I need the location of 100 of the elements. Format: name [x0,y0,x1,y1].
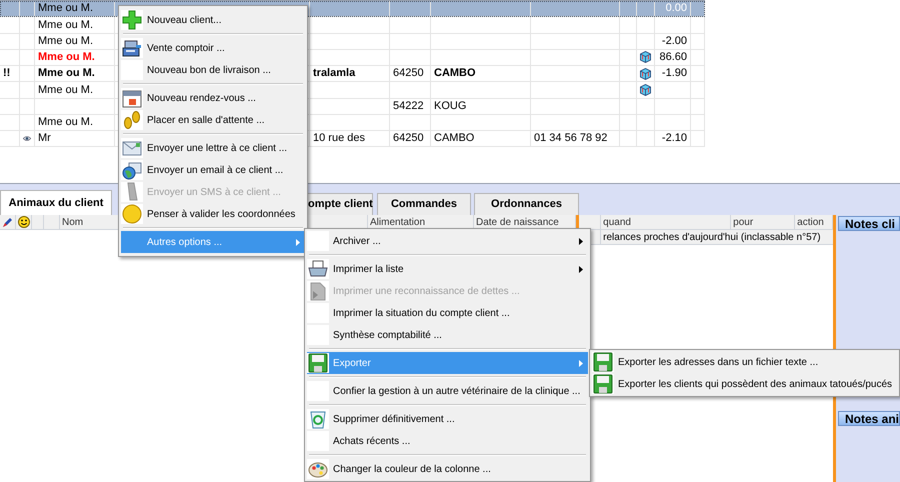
table-cell: !! [0,66,20,82]
menu-item[interactable]: Achats récents ... [307,430,588,452]
globe-envelope-icon [122,160,142,180]
table-cell [691,98,705,115]
table-cell [691,66,705,82]
tab[interactable]: Ordonnances [474,193,579,215]
table-cell [20,17,35,34]
coin-icon [122,204,142,224]
table-cell: 64250 [390,131,431,148]
pen-icon [2,216,13,228]
menu-item[interactable]: Exporter les adresses dans un fichier texte ... [592,351,897,373]
smiley-icon [18,216,30,228]
table-cell-text: relances proches d'aujourd'hui (inclassable n°57) [603,230,821,244]
panel-header: Notes cli [838,216,900,231]
table-cell: 0.00 [655,1,691,18]
recycle-bin-icon [308,409,328,429]
table-cell: KOUG [431,98,531,115]
table-cell: Mr [35,131,115,148]
menu-item[interactable]: Placer en salle d'attente ... [121,109,305,131]
table-cell [691,131,705,148]
table-cell [620,114,637,131]
table-cell [20,1,35,18]
column-header[interactable]: Date de naissance [476,214,559,230]
table-cell [0,34,20,50]
table-cell [691,114,705,131]
table-cell [390,17,431,34]
table-cell: 54222 [390,98,431,115]
table-cell: CAMBO [431,131,531,148]
table-cell: Mme ou M. [35,50,115,66]
table-cell [691,34,705,50]
table-cell [691,17,705,34]
column-header[interactable]: action [797,214,824,230]
table-cell: tralamla [310,66,390,82]
table-cell: 86.60 [655,50,691,66]
menu-item[interactable]: Imprimer la situation du compte client ... [307,302,588,324]
table-cell [655,98,691,115]
plus-icon [122,10,142,30]
menu-item[interactable]: Supprimer définitivement ... [307,408,588,430]
table-cell [691,82,705,98]
table-cell [620,98,637,115]
table-cell [620,131,637,148]
table-cell [390,114,431,131]
table-cell: Mme ou M. [35,34,115,50]
table-cell: Mme ou M. [35,82,115,98]
menu-item[interactable]: Archiver ... [307,230,588,252]
table-cell [637,1,655,18]
document-icon [308,281,328,301]
tab[interactable]: Animaux du client [0,190,112,215]
menu-item[interactable]: Envoyer une lettre à ce client ... [121,137,305,159]
table-cell [0,82,20,98]
printer-icon [308,259,328,279]
menu-item[interactable]: Exporter les clients qui possèdent des animaux tatoués/pucés [592,373,897,395]
table-cell: 01 34 56 78 92 [531,131,620,148]
column-header[interactable]: Nom [62,214,84,230]
table-cell [0,50,20,66]
tab[interactable]: Commandes [377,193,471,215]
table-cell: Mme ou M. [35,17,115,34]
table-cell [0,1,20,18]
table-cell [0,114,20,131]
table-cell [637,17,655,34]
column-header[interactable]: Alimentation [370,214,426,230]
table-cell [390,34,431,50]
menu-item[interactable]: Synthèse comptabilité ... [307,324,588,346]
table-cell: CAMBO [431,66,531,82]
table-cell [691,50,705,66]
table-cell: -1.90 [655,66,691,82]
table-cell [637,114,655,131]
table-cell: 64250 [390,66,431,82]
table-cell: -2.10 [655,131,691,148]
column-header[interactable]: pour [733,214,754,230]
table-cell [620,34,637,50]
table-cell: -2.00 [655,34,691,50]
table-cell [655,114,691,131]
menu-item[interactable]: Changer la couleur de la colonne ... [307,458,588,480]
table-cell [637,131,655,148]
table-cell [691,1,705,18]
table-cell [20,50,35,66]
menu-item[interactable]: Vente comptoir ... [121,37,305,59]
menu-item[interactable]: Nouveau rendez-vous ... [121,87,305,109]
table-cell [20,98,35,115]
footprints-icon [122,110,142,130]
panel-header: Notes ani [838,411,900,426]
menu-item[interactable]: Envoyer un email à ce client ... [121,159,305,181]
menu-item[interactable]: Nouveau bon de livraison ... [121,59,305,81]
menu-item[interactable]: Confier la gestion à un autre vétérinaire de la clinique ... [307,380,588,402]
column-header[interactable]: quand [603,214,631,230]
table-cell [0,98,20,115]
table-cell [390,82,431,98]
table-cell [655,17,691,34]
table-cell [390,1,431,18]
table-cell [20,66,35,82]
table-cell [620,17,637,34]
table-cell [390,50,431,66]
table-cell [20,34,35,50]
table-cell [20,82,35,98]
calendar-icon [122,88,142,108]
table-cell: Mme ou M. [35,1,115,18]
cash-register-icon [122,38,142,58]
table-cell: Mme ou M. [35,114,115,131]
menu-item[interactable]: Imprimer la liste [307,258,588,280]
